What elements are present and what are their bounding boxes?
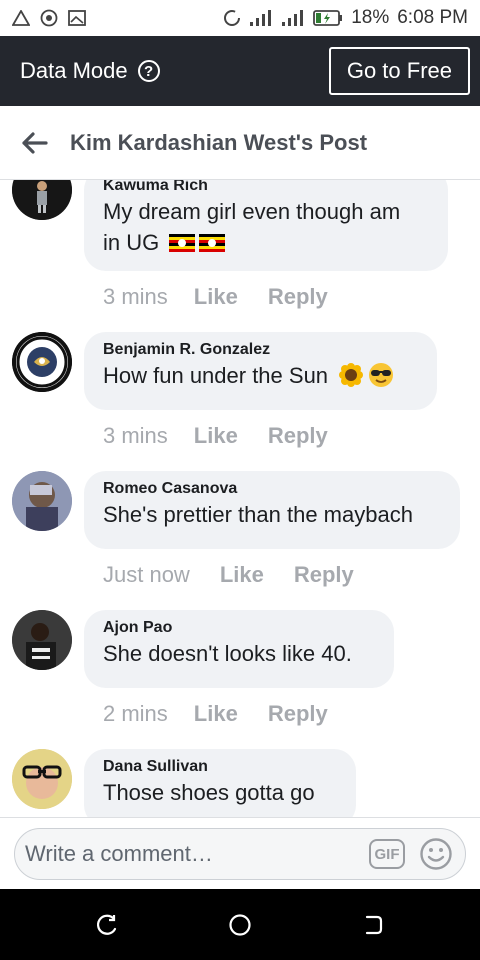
avatar[interactable] <box>12 749 72 809</box>
back-nav-icon <box>366 915 383 934</box>
emoji-icon[interactable] <box>419 837 453 871</box>
comment-author[interactable]: Kawuma Rich <box>103 180 428 196</box>
signal-4g-icon <box>281 9 305 27</box>
battery-charging-icon <box>313 9 343 27</box>
sunflower-emoji <box>339 363 364 387</box>
like-button[interactable]: Like <box>194 284 238 310</box>
comment-text: How fun under the Sun <box>103 360 417 391</box>
avatar[interactable] <box>12 332 72 392</box>
comment-bubble[interactable]: Dana Sullivan Those shoes gotta go <box>84 749 356 817</box>
clock: 6:08 PM <box>397 7 468 28</box>
comment-bubble[interactable]: Benjamin R. Gonzalez How fun under the S… <box>84 332 437 410</box>
data-mode-label: Data Mode <box>20 58 128 83</box>
comment-text: She doesn't looks like 40. <box>103 641 352 666</box>
comment-time[interactable]: Just now <box>103 562 190 588</box>
comment-meta: 3 mins Like Reply <box>103 284 328 310</box>
comment-time[interactable]: 3 mins <box>103 284 168 310</box>
comment-bubble[interactable]: Romeo Casanova She's prettier than the m… <box>84 471 460 549</box>
comment-text-line: How fun under the Sun <box>103 363 329 388</box>
comment-text-line: in UG <box>103 230 160 255</box>
reply-button[interactable]: Reply <box>268 423 328 449</box>
battery-percent: 18% <box>351 7 390 28</box>
recents-button[interactable] <box>89 907 125 943</box>
comment-text: My dream girl even though am in UG <box>103 196 428 258</box>
reply-button[interactable]: Reply <box>294 562 354 588</box>
help-icon[interactable]: ? <box>137 60 160 82</box>
comment-meta: 3 mins Like Reply <box>103 423 328 449</box>
reply-button[interactable]: Reply <box>268 284 328 310</box>
comment-input[interactable]: Write a comment… GIF <box>14 828 466 880</box>
avatar[interactable] <box>12 610 72 670</box>
comment-text: She's prettier than the maybach <box>103 502 413 527</box>
data-mode-bar: Data Mode ? Go to Free <box>0 36 480 106</box>
comment-text: Those shoes gotta go <box>103 780 315 805</box>
recents-icon <box>96 914 116 935</box>
avatar[interactable] <box>12 180 72 220</box>
comment-author[interactable]: Dana Sullivan <box>103 757 336 777</box>
system-nav-bar <box>0 889 480 960</box>
uganda-flag-emoji <box>169 234 196 252</box>
home-icon <box>229 913 251 936</box>
like-button[interactable]: Like <box>194 423 238 449</box>
reply-button[interactable]: Reply <box>268 701 328 727</box>
back-button[interactable] <box>0 131 70 154</box>
comments-list[interactable]: Kawuma Rich My dream girl even though am… <box>0 180 480 817</box>
comment-meta: 2 mins Like Reply <box>103 701 328 727</box>
gallery-icon <box>68 9 86 27</box>
comment-meta: Just now Like Reply <box>103 562 354 588</box>
avatar[interactable] <box>12 471 72 531</box>
comment-author[interactable]: Benjamin R. Gonzalez <box>103 340 417 360</box>
like-button[interactable]: Like <box>220 562 264 588</box>
sunglasses-face-emoji <box>369 363 394 387</box>
warning-icon <box>12 9 30 27</box>
signal-icon <box>249 9 273 27</box>
page-title: Kim Kardashian West's Post <box>70 129 368 155</box>
arrow-left-icon <box>22 131 48 154</box>
comment-time[interactable]: 2 mins <box>103 701 168 727</box>
comment-time[interactable]: 3 mins <box>103 423 168 449</box>
data-saver-icon <box>223 9 241 27</box>
like-button[interactable]: Like <box>194 701 238 727</box>
comment-author[interactable]: Romeo Casanova <box>103 479 440 499</box>
comment-composer: Write a comment… GIF <box>0 817 480 889</box>
comment-input-placeholder[interactable]: Write a comment… <box>25 841 213 867</box>
comment-bubble[interactable]: Ajon Pao She doesn't looks like 40. <box>84 610 394 688</box>
gif-button[interactable]: GIF <box>369 839 405 869</box>
home-button[interactable] <box>222 907 258 943</box>
comment-text-line: My dream girl even though am <box>103 199 401 224</box>
chrome-icon <box>40 9 58 27</box>
uganda-flag-emoji <box>199 234 226 252</box>
comment-bubble[interactable]: Kawuma Rich My dream girl even though am… <box>84 180 448 271</box>
post-header: Kim Kardashian West's Post <box>0 106 480 180</box>
go-to-free-button[interactable]: Go to Free <box>328 47 470 95</box>
comment-author[interactable]: Ajon Pao <box>103 618 374 638</box>
status-bar: 18% 6:08 PM <box>0 0 480 36</box>
back-nav-button[interactable] <box>355 907 391 943</box>
